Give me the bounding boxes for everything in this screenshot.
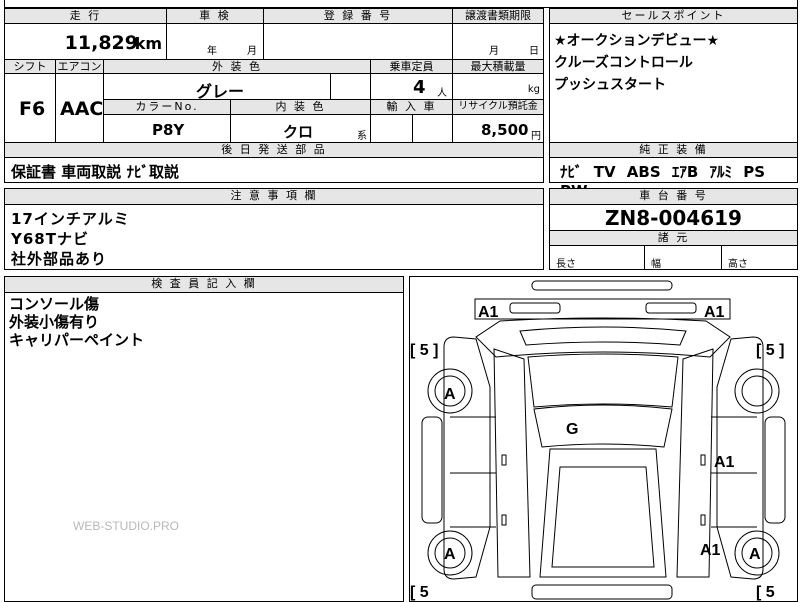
month-label: 月 [247,46,257,57]
capacity-header: 乗車定員 [370,59,453,74]
car-diagram: A1 A1 [ 5 ] [ 5 ] A G A1 A1 A A [ 5 [ 5 [410,280,786,601]
recycle-cell: 8,500 円 [452,114,544,143]
capacity-unit: 人 [437,88,447,99]
spec-width-label: 幅 [651,259,661,270]
sales-point-line: プッシュスタート [554,77,666,93]
transfer-header: 譲渡書類期限 [452,8,544,24]
mark-five-right-bottom: [ 5 [756,584,775,601]
color-no-value: P8Y [152,121,185,139]
year-label: 年 [207,46,217,57]
color-no-cell: P8Y [103,114,231,143]
spec-height-cell: 高さ [721,245,798,270]
recycle-unit: 円 [531,131,541,142]
specs-header: 諸 元 [549,230,798,246]
notes-line: Y68Tナビ [11,230,89,248]
exterior-cell: グレー [103,73,331,101]
import-cell-b [412,114,453,143]
mark-a1-right-low: A1 [700,542,721,559]
notes-cell: 17インチアルミ Y68Tナビ 社外部品あり [4,204,544,270]
transfer-day-label: 日 [529,46,539,57]
mark-a1-top-right: A1 [704,304,725,321]
inspector-line: コンソール傷 [9,295,100,313]
inspection-cell: 年 月 [166,23,264,60]
load-header: 最大積載量 [452,59,544,74]
mark-a-left-bottom: A [444,546,456,563]
interior-cell: クロ 系 [230,114,371,143]
chassis-header: 車 台 番 号 [549,188,798,205]
recycle-header: リサイクル預託金 [452,99,544,115]
inspection-header: 車 検 [166,8,264,24]
spec-height-label: 高さ [728,259,748,270]
spec-length-label: 長さ [556,259,576,270]
mark-five-right-top: [ 5 ] [756,342,784,359]
registration-header: 登 録 番 号 [263,8,453,24]
interior-header: 内 装 色 [230,99,371,115]
inspector-line: キャリパーペイント [9,331,145,349]
inspector-cell: コンソール傷 外装小傷有り キャリパーペイント WEB-STUDIO.PRO [4,292,404,602]
load-unit: kg [527,84,540,95]
color-no-header: カラーNo. [103,99,231,115]
mark-five-left-bottom: [ 5 [410,584,429,601]
ac-cell: AAC [55,73,104,143]
transfer-month-label: 月 [489,46,499,57]
mark-a-left-top: A [444,386,456,403]
capacity-value: 4 [413,77,426,98]
spec-length-cell: 長さ [549,245,645,270]
load-cell: kg [452,73,544,100]
chassis-value: ZN8-004619 [605,206,742,230]
shift-value: F6 [19,98,46,120]
top-strip [4,0,798,8]
inspector-header: 検 査 員 記 入 欄 [4,276,404,293]
later-parts-cell: 保証書 車両取説 ﾅﾋﾞ取説 [4,157,544,183]
mark-g: G [566,421,578,438]
inspector-line: 外装小傷有り [9,313,100,331]
mileage-header: 走 行 [4,8,167,24]
notes-header: 注 意 事 項 欄 [4,188,544,205]
sales-point-line: ★オークションデビュー★ [554,33,720,49]
transfer-cell: 月 日 [452,23,544,60]
exterior-extra-cell [330,73,371,100]
mileage-unit: km [134,34,162,53]
spec-width-cell: 幅 [644,245,722,270]
genuine-header: 純 正 装 備 [549,142,798,158]
capacity-cell: 4 人 [370,73,453,100]
exterior-header: 外 装 色 [103,59,371,74]
recycle-value: 8,500 [481,121,529,139]
car-diagram-panel: A1 A1 [ 5 ] [ 5 ] A G A1 A1 A A [ 5 [ 5 [409,276,798,602]
mark-five-left-top: [ 5 ] [410,342,438,359]
mark-a1-right-mid: A1 [714,454,735,471]
mark-a1-top-left: A1 [478,304,499,321]
mileage-cell: 11,829 km [4,23,167,60]
sales-point-line: クルーズコントロール [554,55,693,71]
import-cell-a [370,114,413,143]
ac-value: AAC [60,98,104,120]
notes-line: 17インチアルミ [11,210,130,228]
notes-line: 社外部品あり [11,250,108,268]
sales-point-cell: ★オークションデビュー★ クルーズコントロール プッシュスタート [549,23,798,143]
later-parts-header: 後 日 発 送 部 品 [4,142,544,158]
shift-cell: F6 [4,73,56,143]
shift-header: シフト [4,59,56,74]
interior-suffix: 系 [357,131,367,142]
interior-value: クロ [283,123,314,141]
registration-cell [263,23,453,60]
sales-point-header: セールスポイント [549,8,798,24]
import-header: 輸 入 車 [370,99,453,115]
mileage-value: 11,829 [64,32,138,54]
later-parts-value: 保証書 車両取説 ﾅﾋﾞ取説 [11,163,179,181]
ac-header: エアコン [55,59,104,74]
chassis-cell: ZN8-004619 [549,204,798,231]
genuine-cell: ﾅﾋﾞ TV ABS ｴｱB ｱﾙﾐ PS PW [549,157,798,200]
mark-a-right-bottom: A [749,546,761,563]
watermark: WEB-STUDIO.PRO [73,519,180,533]
